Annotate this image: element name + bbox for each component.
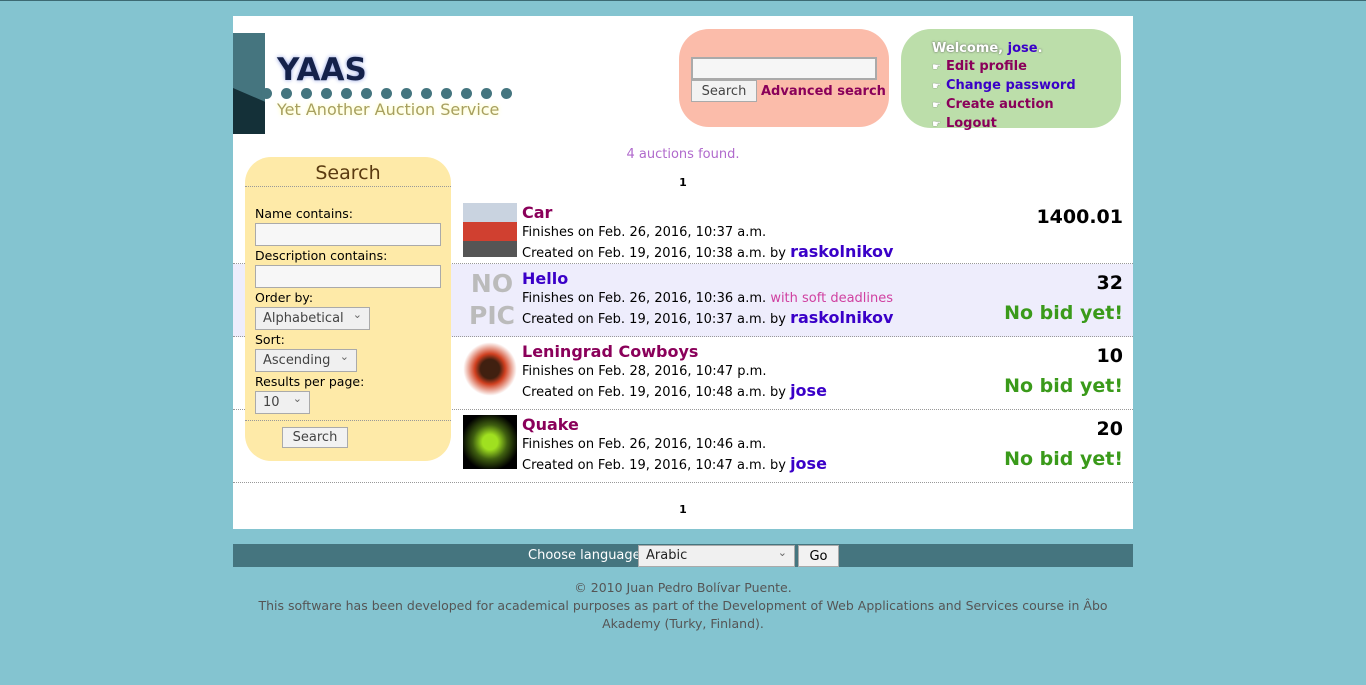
- auction-thumbnail[interactable]: [463, 203, 517, 257]
- copyright: © 2010 Juan Pedro Bolívar Puente.: [574, 580, 792, 595]
- pointer-icon: ☛: [932, 119, 941, 130]
- soft-deadline-note: with soft deadlines: [770, 291, 894, 306]
- pointer-icon: ☛: [932, 100, 941, 111]
- search-sidebar: Search Name contains: Description contai…: [245, 157, 451, 461]
- sidebar-title: Search: [245, 157, 451, 187]
- pointer-icon: ☛: [932, 62, 941, 73]
- order-label: Order by:: [255, 290, 314, 305]
- auction-name[interactable]: Quake: [522, 415, 579, 434]
- quick-search-button[interactable]: Search: [691, 80, 757, 102]
- language-go-button[interactable]: Go: [798, 545, 839, 567]
- auction-created: Created on Feb. 19, 2016, 10:47 a.m. by …: [522, 454, 827, 473]
- pointer-icon: ☛: [932, 81, 941, 92]
- seller-link[interactable]: jose: [790, 381, 827, 400]
- description-label: Description contains:: [255, 248, 388, 263]
- footer-note: This software has been developed for aca…: [258, 598, 1108, 631]
- auction-finishes: Finishes on Feb. 26, 2016, 10:37 a.m.: [522, 225, 767, 240]
- bid-status: No bid yet!: [1004, 375, 1123, 397]
- change-password-link[interactable]: Change password: [946, 78, 1076, 93]
- advanced-search-link[interactable]: Advanced search: [761, 84, 886, 99]
- language-bar: Choose language: Arabic Go: [233, 544, 1133, 567]
- language-label: Choose language:: [528, 548, 646, 563]
- sort-select[interactable]: Ascending: [255, 349, 357, 372]
- username-link[interactable]: jose: [1008, 41, 1038, 56]
- per-page-label: Results per page:: [255, 374, 365, 389]
- auction-created: Created on Feb. 19, 2016, 10:38 a.m. by …: [522, 242, 894, 261]
- auction-price: 10: [1096, 345, 1123, 367]
- logo-dots: [261, 88, 512, 99]
- name-input[interactable]: [255, 223, 441, 246]
- language-select[interactable]: Arabic: [638, 545, 795, 567]
- edit-profile-link[interactable]: Edit profile: [946, 59, 1027, 74]
- order-select[interactable]: Alphabetical: [255, 307, 370, 330]
- site-title[interactable]: YAAS: [277, 52, 367, 88]
- auction-finishes: Finishes on Feb. 26, 2016, 10:46 a.m.: [522, 437, 767, 452]
- per-page-select[interactable]: 10: [255, 391, 310, 414]
- bid-status: No bid yet!: [1004, 448, 1123, 470]
- pager-bottom[interactable]: 1: [233, 503, 1133, 516]
- user-box: Welcome, jose. ☛ Edit profile ☛ Change pas…: [901, 29, 1121, 131]
- seller-link[interactable]: raskolnikov: [790, 242, 893, 261]
- sidebar-search-button[interactable]: Search: [282, 427, 348, 448]
- description-input[interactable]: [255, 265, 441, 288]
- logout-link[interactable]: Logout: [946, 116, 997, 131]
- seller-link[interactable]: raskolnikov: [790, 308, 893, 327]
- bid-status: No bid yet!: [1004, 302, 1123, 324]
- name-label: Name contains:: [255, 206, 353, 221]
- sort-label: Sort:: [255, 332, 285, 347]
- divider: [245, 420, 451, 421]
- auction-created: Created on Feb. 19, 2016, 10:48 a.m. by …: [522, 381, 827, 400]
- quick-search-input[interactable]: [691, 57, 877, 80]
- auction-created: Created on Feb. 19, 2016, 10:37 a.m. by …: [522, 308, 894, 327]
- site-subtitle: Yet Another Auction Service: [277, 100, 500, 119]
- auction-name[interactable]: Car: [522, 203, 552, 222]
- page-container: YAAS Yet Another Auction Service Search …: [233, 16, 1133, 529]
- no-pic-placeholder: NO PIC: [469, 269, 515, 330]
- footer: © 2010 Juan Pedro Bolívar Puente. This s…: [233, 579, 1133, 633]
- seller-link[interactable]: jose: [790, 454, 827, 473]
- auction-price: 20: [1096, 418, 1123, 440]
- auction-name[interactable]: Leningrad Cowboys: [522, 342, 698, 361]
- create-auction-link[interactable]: Create auction: [946, 97, 1054, 112]
- auction-finishes: Finishes on Feb. 28, 2016, 10:47 p.m.: [522, 364, 767, 379]
- auction-thumbnail[interactable]: [463, 342, 517, 396]
- auction-price: 32: [1096, 272, 1123, 294]
- welcome-text: Welcome,: [932, 41, 1004, 56]
- quick-search-box: Search Advanced search: [679, 29, 889, 127]
- auction-price: 1400.01: [1036, 206, 1123, 228]
- auction-thumbnail[interactable]: [463, 415, 517, 469]
- auction-finishes: Finishes on Feb. 26, 2016, 10:36 a.m. wi…: [522, 291, 894, 306]
- auction-name[interactable]: Hello: [522, 269, 568, 288]
